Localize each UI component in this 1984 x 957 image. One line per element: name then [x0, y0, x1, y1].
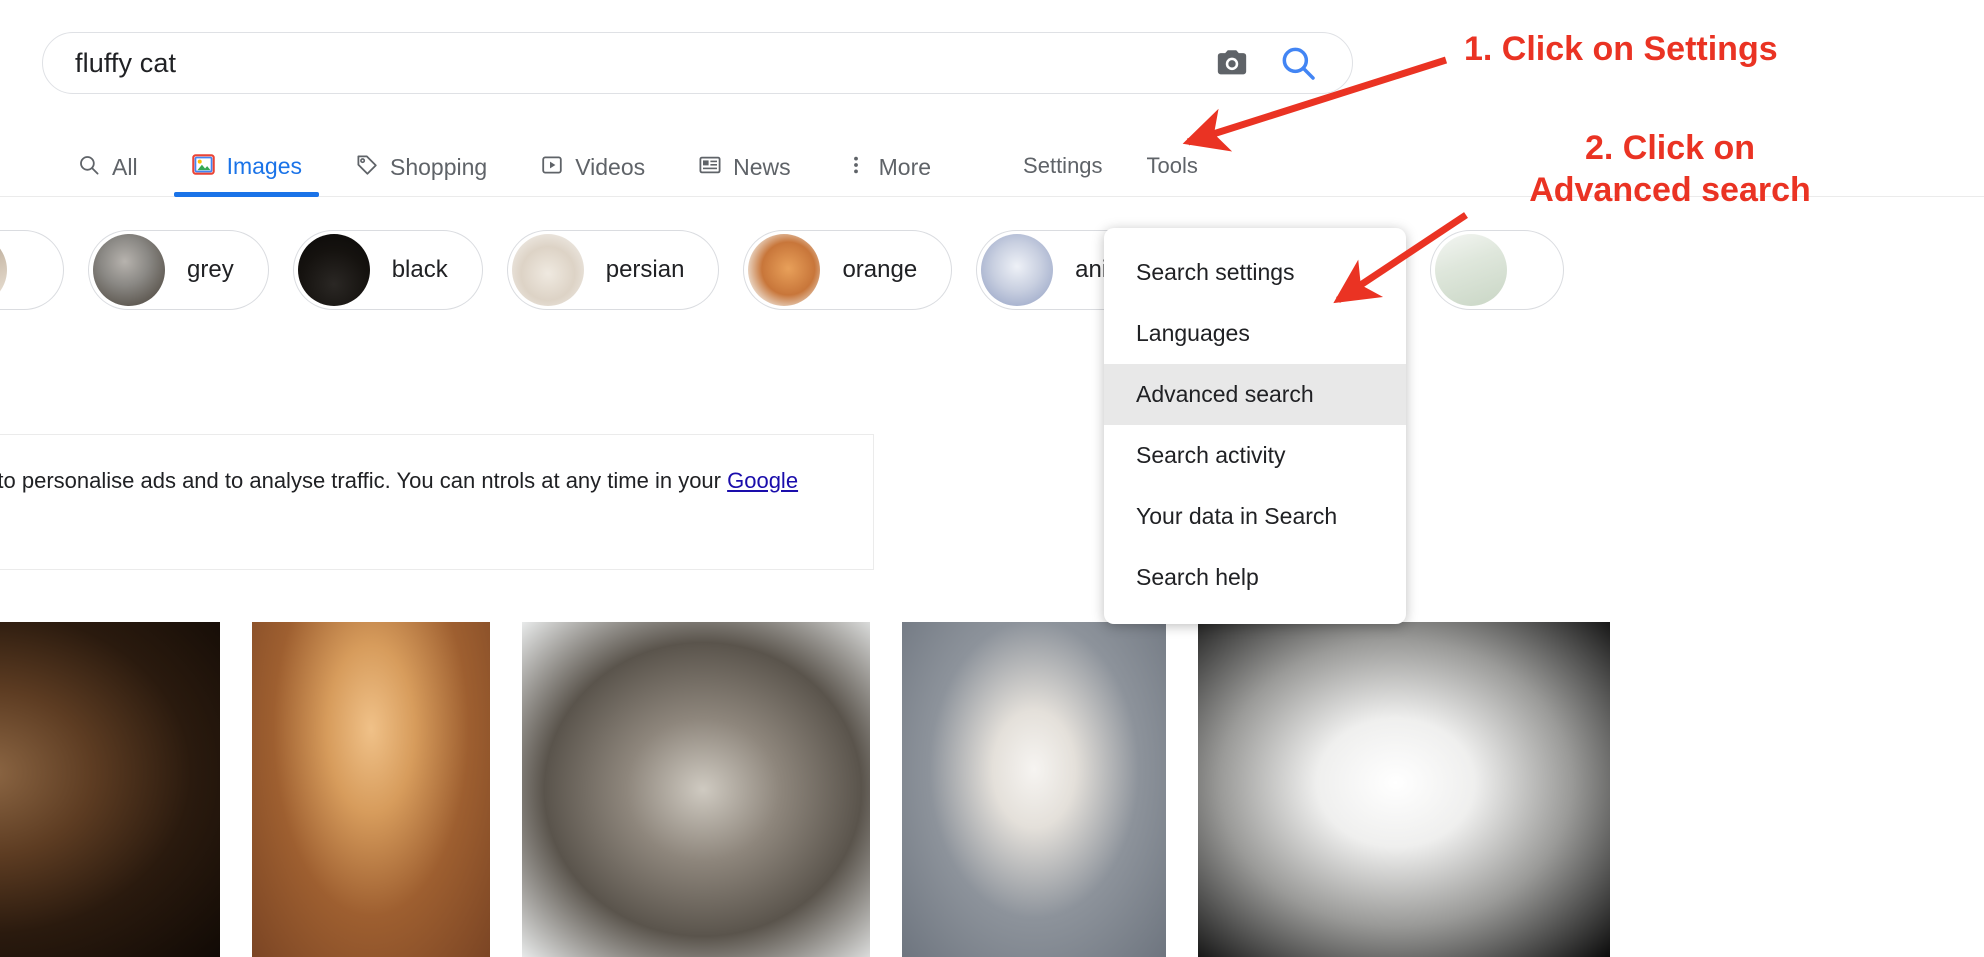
tab-all[interactable]: All [60, 153, 155, 196]
menu-item-your-data-in-search[interactable]: Your data in Search [1104, 486, 1406, 547]
video-play-icon [540, 153, 564, 181]
chip-orange[interactable]: orange [743, 230, 953, 310]
image-result[interactable] [1198, 622, 1610, 957]
tab-videos-label: Videos [575, 153, 646, 180]
chip-thumb-icon [0, 234, 7, 306]
chip-thumb-icon [981, 234, 1054, 306]
tab-shopping[interactable]: Shopping [338, 153, 504, 196]
nav-tabs: All Images Shopping Videos News More [0, 152, 967, 197]
related-searches-chips[interactable]: grey black persian orange anime ragdoll [0, 214, 1984, 326]
chip-label: orange [842, 256, 918, 283]
search-bar[interactable]: fluffy cat [42, 32, 1353, 94]
chip-partial-left[interactable] [0, 230, 64, 310]
tab-all-label: All [112, 153, 138, 180]
tab-shopping-label: Shopping [390, 153, 488, 180]
menu-item-advanced-search[interactable]: Advanced search [1104, 364, 1406, 425]
tab-more[interactable]: More [827, 153, 948, 196]
image-result[interactable] [252, 622, 490, 957]
chip-label: persian [605, 256, 685, 283]
tools-link[interactable]: Tools [1147, 153, 1198, 179]
image-result[interactable] [0, 622, 220, 957]
search-bar-icons [1212, 43, 1352, 83]
menu-item-languages[interactable]: Languages [1104, 303, 1406, 364]
menu-item-search-help[interactable]: Search help [1104, 547, 1406, 608]
chip-thumb-icon [93, 234, 165, 306]
image-results-grid [0, 622, 1984, 957]
menu-item-search-activity[interactable]: Search activity [1104, 425, 1406, 486]
tab-news[interactable]: News [681, 153, 808, 196]
chip-persian[interactable]: persian [506, 230, 720, 310]
annotation-step-2: 2. Click on Advanced search [1529, 129, 1811, 209]
search-icon[interactable] [1278, 43, 1318, 83]
image-icon [191, 152, 216, 181]
cookie-text: to deliver its services, to personalise … [0, 462, 843, 538]
image-result[interactable] [902, 622, 1166, 957]
search-input[interactable]: fluffy cat [43, 48, 1212, 79]
tab-news-label: News [733, 153, 791, 180]
chip-black[interactable]: black [292, 230, 483, 310]
camera-icon[interactable] [1212, 46, 1252, 80]
tab-images-label: Images [226, 153, 302, 179]
chip-thumb-icon [297, 234, 370, 306]
newspaper-icon [698, 153, 722, 181]
chip-thumb-icon [748, 234, 821, 306]
magnifier-icon [77, 153, 101, 181]
kebab-menu-icon [844, 153, 868, 181]
image-result[interactable] [522, 622, 870, 957]
settings-dropdown-menu[interactable]: Search settings Languages Advanced searc… [1104, 228, 1406, 624]
chip-label: black [391, 256, 448, 283]
chip-thumb-icon [511, 234, 584, 306]
cookie-text-before: to deliver its services, to personalise … [0, 468, 721, 493]
tab-videos[interactable]: Videos [523, 153, 662, 196]
chip-label: grey [187, 256, 234, 283]
google-images-search-page: fluffy cat All Images Shopping Videos Ne… [0, 0, 1984, 957]
tab-images[interactable]: Images [173, 152, 320, 197]
chip-partial-right[interactable] [1429, 230, 1564, 310]
menu-item-search-settings[interactable]: Search settings [1104, 242, 1406, 303]
price-tag-icon [355, 153, 379, 181]
cookie-consent-banner: to deliver its services, to personalise … [0, 434, 874, 570]
tab-more-label: More [878, 153, 932, 180]
settings-link[interactable]: Settings [1023, 153, 1103, 179]
chip-grey[interactable]: grey [88, 230, 269, 310]
annotation-step-1: 1. Click on Settings [1464, 30, 1778, 68]
chip-thumb-icon [1434, 234, 1507, 306]
nav-right-links: Settings Tools [1023, 153, 1198, 196]
